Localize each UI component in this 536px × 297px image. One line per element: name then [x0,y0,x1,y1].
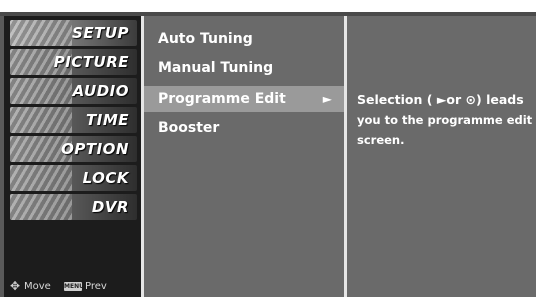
prev-hint: Prev [85,281,107,292]
description-line: you to the programme edit [357,113,533,127]
submenu-item-label: Auto Tuning [158,31,253,47]
submenu-item-booster[interactable]: Booster [144,115,344,141]
menu-item-picture[interactable]: PICTURE [10,49,137,75]
description-line: Selection ( ►or ⊙) leads [357,92,524,107]
submenu-item-auto-tuning[interactable]: Auto Tuning [144,26,344,52]
menu-item-time[interactable]: TIME [10,107,137,133]
submenu-item-label: Booster [158,120,220,136]
clock-icon [10,107,72,133]
main-menu: SETUP PICTURE AUDIO TIME OPTION LOCK DVR [4,16,141,297]
dpad-icon: ✥ [10,279,21,293]
menu-item-label: DVR [91,198,129,216]
menu-item-lock[interactable]: LOCK [10,165,137,191]
menu-key-icon: MENU [64,282,84,291]
lock-icon [10,165,72,191]
submenu-item-manual-tuning[interactable]: Manual Tuning [144,55,344,81]
submenu-item-label: Programme Edit [158,91,286,107]
description-text: Selection ( ►or ⊙) leads you to the prog… [357,90,536,150]
satellite-dish-icon [10,20,72,46]
submenu-item-label: Manual Tuning [158,60,274,76]
menu-item-label: AUDIO [72,82,129,100]
tv-osd-menu: SETUP PICTURE AUDIO TIME OPTION LOCK DVR… [0,0,536,297]
description-line: screen. [357,133,405,147]
menu-footer: ✥ Move MENU Prev [4,278,141,297]
menu-item-label: OPTION [61,140,129,158]
move-hint: Move [24,281,51,292]
menu-item-audio[interactable]: AUDIO [10,78,137,104]
submenu-item-programme-edit[interactable]: Programme Edit ► [144,86,344,112]
menu-item-label: TIME [86,111,129,129]
top-margin [0,0,536,12]
menu-item-label: LOCK [82,169,129,187]
disc-icon [10,194,72,220]
submenu: Auto Tuning Manual Tuning Programme Edit… [144,16,344,297]
menu-item-label: PICTURE [53,53,129,71]
menu-item-label: SETUP [72,24,129,42]
menu-item-dvr[interactable]: DVR [10,194,137,220]
speaker-icon [10,78,72,104]
menu-item-setup[interactable]: SETUP [10,20,137,46]
arrow-right-icon: ► [322,92,332,106]
menu-item-option[interactable]: OPTION [10,136,137,162]
description-panel: Selection ( ►or ⊙) leads you to the prog… [347,16,536,297]
